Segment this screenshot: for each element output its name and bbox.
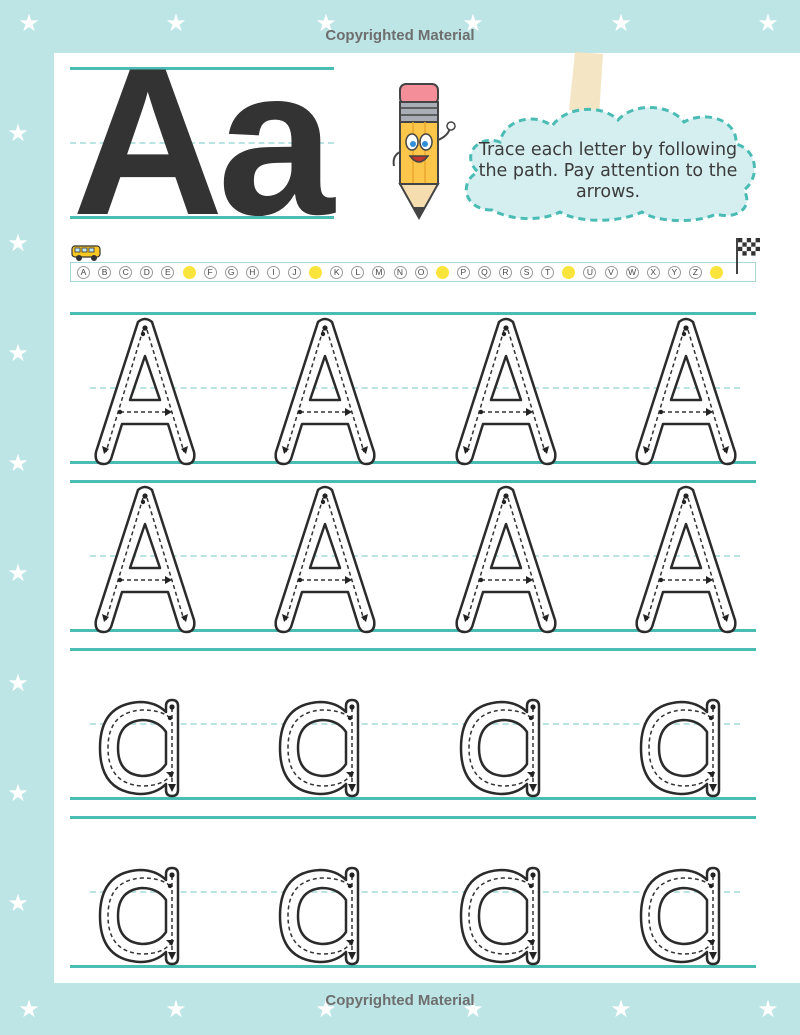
trace-letter-lower-a[interactable] (276, 866, 366, 966)
instructions-text: Trace each letter by following the path.… (478, 140, 738, 202)
star-icon: ★ (7, 339, 29, 367)
guide-line-top (70, 816, 756, 819)
alphabet-letter: L (351, 266, 365, 279)
trace-letter-lower-a[interactable] (637, 866, 727, 966)
milestone-dot (309, 266, 323, 279)
alphabet-letter: I (266, 266, 280, 279)
guide-line-top (70, 480, 756, 483)
star-icon: ★ (7, 119, 29, 147)
practice-row (70, 648, 756, 800)
pencil-mascot-icon (392, 83, 456, 221)
guide-line-top (70, 312, 756, 315)
milestone-dot (435, 266, 449, 279)
checkered-flag-icon (736, 238, 760, 274)
star-icon: ★ (7, 779, 29, 807)
guide-line-top (70, 648, 756, 651)
alphabet-letter: A (77, 266, 90, 279)
alphabet-letter: F (203, 266, 217, 279)
practice-row (70, 312, 756, 466)
star-icon: ★ (7, 559, 29, 587)
school-bus-icon (71, 245, 101, 261)
big-letters: Aa (72, 24, 334, 259)
alphabet-letter: H (245, 266, 259, 279)
alphabet-letter: V (604, 266, 618, 279)
trace-letter-upper-a[interactable] (631, 316, 741, 466)
trace-letter-lower-a[interactable] (457, 698, 547, 798)
trace-letter-lower-a[interactable] (457, 866, 547, 966)
trace-letter-upper-a[interactable] (451, 316, 561, 466)
milestone-dot (562, 266, 576, 279)
trace-letter-lower-a[interactable] (276, 698, 366, 798)
alphabet-letter: K (330, 266, 344, 279)
alphabet-letter: S (520, 266, 534, 279)
alphabet-letter: O (414, 266, 428, 279)
alphabet-letter: U (583, 266, 597, 279)
milestone-dot (710, 266, 723, 279)
trace-letter-lower-a[interactable] (96, 698, 186, 798)
star-icon: ★ (7, 669, 29, 697)
alphabet-letter: X (646, 266, 660, 279)
alphabet-letter: Y (667, 266, 681, 279)
star-icon: ★ (7, 449, 29, 477)
trace-letter-upper-a[interactable] (270, 484, 380, 634)
trace-letter-lower-a[interactable] (96, 866, 186, 966)
alphabet-letter: M (372, 266, 386, 279)
practice-row (70, 480, 756, 634)
trace-letter-lower-a[interactable] (637, 698, 727, 798)
copyright-bottom: Copyrighted Material (325, 992, 475, 1009)
alphabet-letter: T (541, 266, 555, 279)
trace-letter-upper-a[interactable] (90, 316, 200, 466)
alphabet-letter: B (98, 266, 112, 279)
alphabet-letter: J (288, 266, 301, 279)
milestone-dot (182, 266, 196, 279)
alphabet-letter: N (393, 266, 407, 279)
trace-letter-upper-a[interactable] (90, 484, 200, 634)
alphabet-track: ABCDE FGHIJ KLMNO PQRST UVWXYZ (70, 262, 756, 282)
practice-row (70, 816, 756, 968)
star-icon: ★ (7, 229, 29, 257)
alphabet-letter: P (456, 266, 470, 279)
alphabet-letter: G (224, 266, 238, 279)
trace-letter-upper-a[interactable] (631, 484, 741, 634)
trace-letter-upper-a[interactable] (451, 484, 561, 634)
alphabet-letter: E (161, 266, 175, 279)
alphabet-letter: C (119, 266, 133, 279)
alphabet-letter: W (625, 266, 639, 279)
alphabet-letter: Q (477, 266, 491, 279)
trace-letter-upper-a[interactable] (270, 316, 380, 466)
star-icon: ★ (7, 889, 29, 917)
alphabet-letter: R (499, 266, 512, 279)
alphabet-letter: Z (688, 266, 702, 279)
alphabet-letter: D (140, 266, 154, 279)
